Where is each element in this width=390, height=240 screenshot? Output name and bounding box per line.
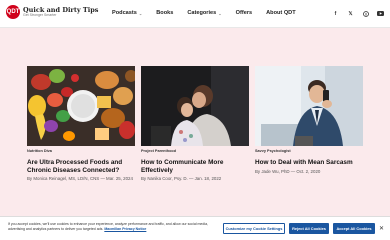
- facebook-icon[interactable]: f: [332, 10, 339, 17]
- x-icon[interactable]: 𝕏: [347, 10, 354, 17]
- logo-subtitle: Get Stronger Smarter: [23, 13, 57, 17]
- youtube-icon[interactable]: [377, 10, 384, 17]
- cookie-text: If you accept cookies, we'll use cookies…: [8, 222, 216, 231]
- nav-label: About QDT: [266, 10, 296, 16]
- article-meta: By Jade Wu, PhD — Oct. 2, 2020: [255, 168, 321, 174]
- article-meta: By Nanika Coor, Psy. D. — Jan. 18, 2022: [141, 176, 222, 182]
- main-nav: Podcasts ⌄ Books Categories ⌄ Offers Abo…: [112, 10, 310, 16]
- site-header: QDT Quick and Dirty Tips Get Stronger Sm…: [0, 0, 390, 28]
- customize-cookies-button[interactable]: Customize my Cookie Settings: [223, 223, 285, 234]
- accept-cookies-button[interactable]: Accept All Cookies: [333, 223, 375, 234]
- chevron-down-icon: ⌄: [218, 10, 222, 16]
- article-category[interactable]: Savvy Psychologist: [255, 149, 363, 153]
- article-title[interactable]: Are Ultra Processed Foods and Chronic Di…: [27, 159, 135, 174]
- nav-label: Books: [156, 10, 174, 16]
- nav-categories[interactable]: Categories ⌄: [187, 10, 221, 16]
- nav-label: Categories: [187, 10, 217, 16]
- reject-cookies-button[interactable]: Reject All Cookies: [289, 223, 329, 234]
- parent-child-photo[interactable]: [141, 66, 249, 146]
- nav-label: Podcasts: [112, 10, 137, 16]
- article-category[interactable]: Project Parenthood: [141, 149, 249, 153]
- article-title[interactable]: How to Communicate More Effectively: [141, 159, 249, 174]
- logo-mark: QDT: [6, 5, 20, 19]
- article-meta: By Monica Reinagel, MS, LD/N, CNS — Mar.…: [27, 176, 133, 182]
- nav-offers[interactable]: Offers: [236, 10, 252, 16]
- social-links: f 𝕏: [332, 10, 384, 17]
- site-logo[interactable]: QDT Quick and Dirty Tips Get Stronger Sm…: [6, 5, 98, 19]
- cookie-banner: If you accept cookies, we'll use cookies…: [0, 216, 390, 240]
- article-category[interactable]: Nutrition Diva: [27, 149, 135, 153]
- nav-about[interactable]: About QDT: [266, 10, 296, 16]
- article-card[interactable]: Nutrition Diva Are Ultra Processed Foods…: [27, 66, 135, 182]
- article-card[interactable]: Savvy Psychologist How to Deal with Mean…: [255, 66, 363, 175]
- article-card[interactable]: Project Parenthood How to Communicate Mo…: [141, 66, 249, 182]
- pinterest-icon[interactable]: [362, 10, 369, 17]
- privacy-notice-link[interactable]: Macmillan Privacy Notice: [104, 227, 146, 231]
- processed-foods-photo[interactable]: [27, 66, 135, 146]
- nav-books[interactable]: Books: [156, 10, 173, 16]
- nav-label: Offers: [235, 10, 253, 16]
- close-icon[interactable]: ✕: [379, 225, 384, 232]
- article-title[interactable]: How to Deal with Mean Sarcasm: [255, 159, 363, 167]
- man-with-phone-photo[interactable]: [255, 66, 363, 146]
- nav-podcasts[interactable]: Podcasts ⌄: [112, 10, 142, 16]
- chevron-down-icon: ⌄: [138, 10, 143, 16]
